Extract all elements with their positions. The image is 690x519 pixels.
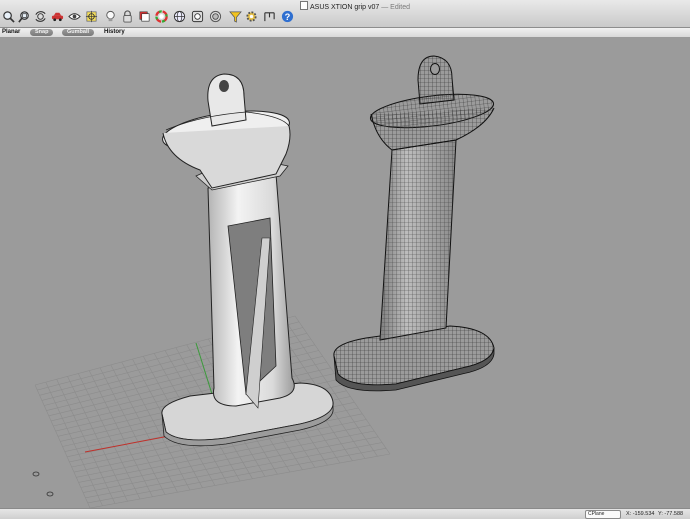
- zoom-icon[interactable]: [1, 9, 15, 24]
- history-toggle[interactable]: History: [104, 28, 125, 37]
- car-icon[interactable]: [50, 9, 64, 24]
- lightbulb-icon[interactable]: [103, 9, 117, 24]
- select-icon[interactable]: [84, 9, 98, 24]
- layers-icon[interactable]: [137, 9, 151, 24]
- filter-icon[interactable]: [228, 9, 242, 24]
- mode-bar: Planar Snap Gumball History: [0, 28, 690, 38]
- color-wheel-icon[interactable]: [154, 9, 168, 24]
- rotate-view-icon[interactable]: [33, 9, 47, 24]
- help-icon[interactable]: ?: [280, 9, 294, 24]
- grip-model-wireframe[interactable]: [333, 55, 495, 392]
- cursor-marks: [32, 471, 54, 497]
- snapshot-icon[interactable]: [190, 9, 204, 24]
- gear-icon[interactable]: [244, 9, 258, 24]
- title-separator: —: [381, 4, 389, 11]
- window-title-text: ASUS XTION grip v07: [310, 4, 380, 11]
- title-bar: ASUS XTION grip v07 — Edited ?: [0, 0, 690, 28]
- globe-icon[interactable]: [172, 9, 186, 24]
- window-title: ASUS XTION grip v07 — Edited: [300, 1, 410, 11]
- camera-icon[interactable]: [208, 9, 222, 24]
- eye-icon[interactable]: [67, 9, 81, 24]
- lock-icon[interactable]: [120, 9, 134, 24]
- edited-status: Edited: [390, 4, 411, 11]
- viewport-scene: [32, 55, 495, 508]
- planar-toggle[interactable]: Planar: [2, 28, 20, 37]
- zoom-window-icon[interactable]: [17, 9, 31, 24]
- status-bar: CPlane X: -159.534 Y: -77.588: [0, 508, 690, 519]
- svg-text:?: ?: [284, 12, 290, 22]
- dimension-icon[interactable]: [262, 9, 276, 24]
- grip-model-shaded[interactable]: [160, 73, 334, 447]
- snap-toggle[interactable]: Snap: [30, 29, 54, 36]
- gumball-toggle[interactable]: Gumball: [62, 29, 95, 36]
- perspective-viewport[interactable]: [0, 38, 690, 508]
- document-icon: [300, 1, 308, 10]
